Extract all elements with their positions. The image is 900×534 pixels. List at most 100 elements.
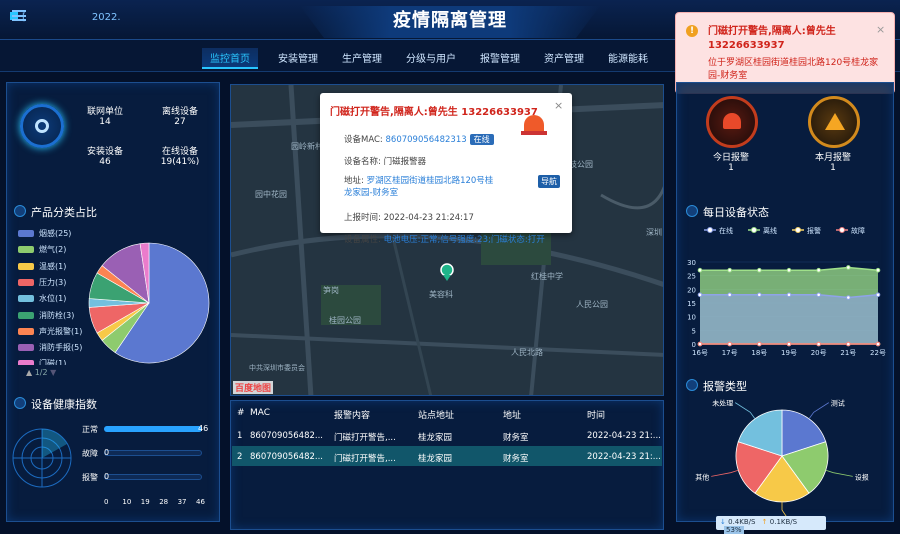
legend-item[interactable]: 声光报警(1) [18,326,82,337]
series-point[interactable] [786,267,792,273]
tab-production[interactable]: 生产管理 [334,48,390,67]
stat-label-installed: 安装设备 [86,147,123,157]
legend-item[interactable]: 水位(1) [18,293,66,304]
legend-item[interactable]: 温感(1) [18,261,66,272]
series-point[interactable] [846,341,851,347]
popup-close-icon[interactable]: × [554,99,563,112]
notification-body: 位于罗湖区桂园街道桂园北路120号桂龙家园-财务室 [708,58,879,81]
health-value: 0 [104,448,110,457]
legend-swatch [18,311,34,319]
month-alarm-label: 本月报警 [814,153,851,163]
series-point[interactable] [697,292,703,298]
navigate-button[interactable]: 导航 [538,175,560,188]
series-point[interactable] [875,267,881,273]
pie-label: 设报 [855,472,869,481]
stat-value-installed: 46 [99,157,111,167]
legend-swatch [18,327,34,335]
y-tick-label: 15 [687,300,696,308]
tab-grading-users[interactable]: 分级与用户 [398,48,464,67]
upload-icon: ↑ [761,518,768,526]
map-label-10: 中共深圳市委员会 [249,364,305,372]
x-tick-label: 21号 [840,349,856,357]
tab-install[interactable]: 安装管理 [270,48,326,67]
pager-text: 1/2 [34,368,48,377]
tab-energy[interactable]: 能源能耗 [600,48,656,67]
siren-icon [520,107,548,135]
daily-legend-item[interactable]: 故障 [836,226,865,235]
col-address: 地址 [503,411,522,421]
x-tick-label: 19号 [781,349,797,357]
daily-legend-item[interactable]: 报警 [792,226,821,235]
legend-item[interactable]: 燃气(2) [18,244,66,255]
legend-item[interactable]: 消防栓(3) [18,310,74,321]
table-cell: 2022-04-23 21:... [587,452,661,462]
legend-item[interactable]: 门磁(1) [18,358,66,366]
date-text: 2022. [91,12,121,23]
col-site: 站点地址 [418,411,455,421]
health-bar-fill [104,426,202,432]
series-point[interactable] [816,341,821,347]
pager-down-icon[interactable]: ▼ [50,368,56,377]
series-point[interactable] [697,267,703,273]
pager-up-icon[interactable]: ▲ [26,368,32,377]
month-alarm-value: 1 [830,163,836,173]
mac-label: 设备MAC: [344,135,383,145]
series-point[interactable] [875,292,881,298]
device-popup: 门磁打开警告,隔离人:曾先生 13226633937 × 设备MAC: 8607… [320,93,572,245]
legend-label: 温感(1) [39,261,67,271]
series-point[interactable] [757,341,762,347]
series-point[interactable] [757,267,762,273]
daily-status-chart: 在线 离线 报警 故障 0 5 10 15 20 25 30 16号 17号 18号 19号 20号 21号 22… [687,226,886,357]
legend-swatch [18,230,34,237]
map-label-8: 人民公园 [576,300,608,309]
col-content: 报警内容 [334,411,371,421]
series-point[interactable] [757,292,762,298]
series-point[interactable] [727,267,732,273]
series-point[interactable] [816,267,821,273]
table-cell: 门磁打开警告,... [334,433,396,443]
health-tick: 37 [177,498,187,506]
map-label-4: 桂园公园 [329,316,361,325]
series-point[interactable] [846,265,851,270]
notification-close-icon[interactable]: × [876,23,885,36]
legend-item[interactable]: 消防手报(5) [18,342,82,353]
svg-text:离线: 离线 [763,226,777,235]
menu-icon[interactable] [12,10,26,21]
tab-alarm-manage[interactable]: 报警管理 [472,48,528,67]
series-point[interactable] [727,341,732,347]
series-area [700,294,878,344]
legend-item[interactable]: 烟感(25) [18,228,71,239]
health-tick: 0 [104,498,109,506]
col-mac: MAC [250,408,271,418]
table-cell: 860709056482... [250,452,324,462]
notification-title: 门磁打开警告,隔离人:曾先生 13226633937 [708,26,836,51]
table-cell: 桂龙家园 [418,454,453,464]
name-value: 门磁报警器 [383,157,427,167]
daily-legend-item[interactable]: 在线 [704,226,733,235]
health-bar-track [104,474,202,480]
legend-swatch [18,262,34,270]
pie-label: 未处理 [712,399,733,408]
daily-legend-item[interactable]: 离线 [748,226,777,235]
table-cell: 860709056482... [250,431,324,441]
series-point[interactable] [846,295,851,300]
legend-label: 水位(1) [39,294,67,304]
series-point[interactable] [786,341,792,347]
series-point[interactable] [786,292,792,298]
map-label-7: 红桂中学 [531,272,563,281]
table-cell: 财务室 [503,433,529,443]
series-point[interactable] [727,292,732,298]
pie-label: 测试 [831,399,845,408]
attr-label: 设备属性: [344,235,381,245]
tab-monitor-home[interactable]: 监控首页 [202,48,258,69]
health-label: 报警 [82,473,98,482]
tab-assets[interactable]: 资产管理 [536,48,592,67]
legend-item[interactable]: 压力(3) [18,277,66,288]
series-point[interactable] [697,341,703,347]
svg-text:故障: 故障 [851,226,865,235]
series-point[interactable] [816,292,821,298]
legend-swatch [18,360,34,366]
series-point[interactable] [875,341,881,347]
legend-label: 消防手报(5) [39,343,83,353]
x-tick-label: 17号 [722,349,738,357]
